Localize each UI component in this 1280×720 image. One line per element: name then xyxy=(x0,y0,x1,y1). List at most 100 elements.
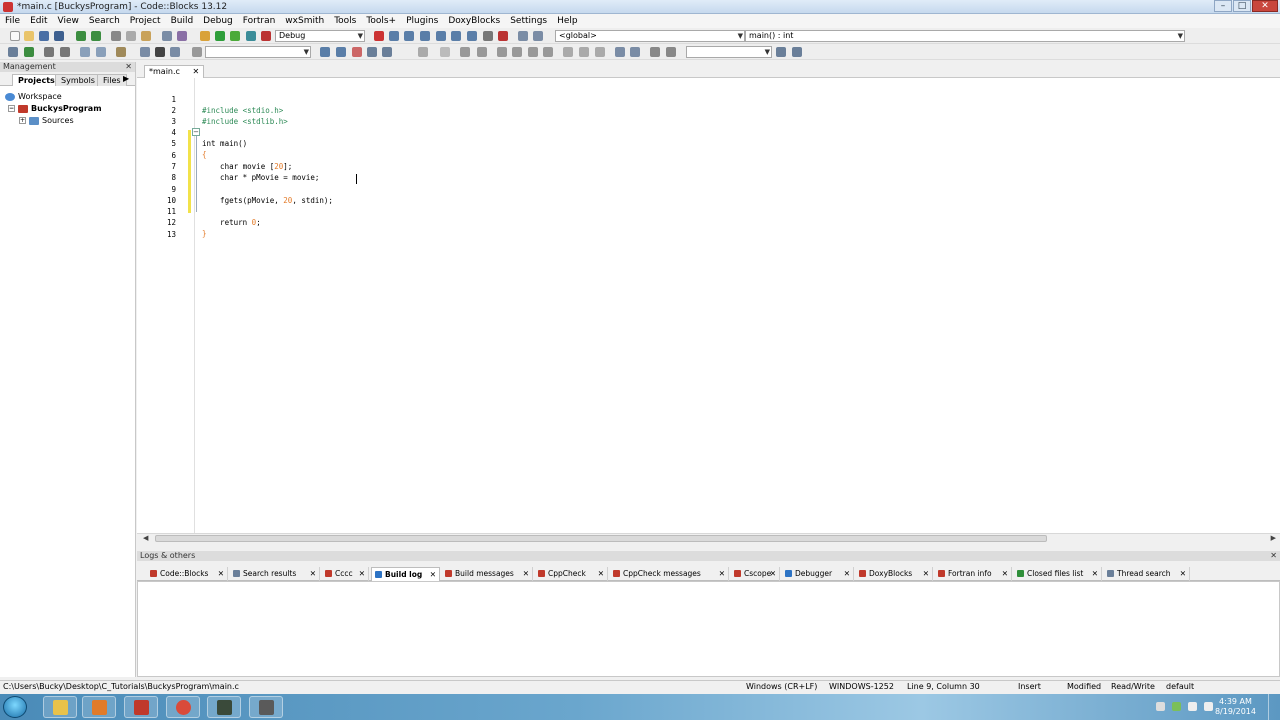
space-icon[interactable] xyxy=(563,47,573,57)
close-tab-icon[interactable]: ✕ xyxy=(598,567,604,580)
log-tab[interactable]: Search results ✕ xyxy=(230,567,320,581)
layout-icon[interactable] xyxy=(497,47,507,57)
button-widget-icon[interactable] xyxy=(460,47,470,57)
scope-select[interactable]: <global> ▼ xyxy=(555,30,745,42)
expand-icon[interactable] xyxy=(595,47,605,57)
menu-plugins[interactable]: Plugins xyxy=(401,16,443,26)
open-folder-icon[interactable] xyxy=(24,31,34,41)
next-line-icon[interactable] xyxy=(404,31,414,41)
menu-tools[interactable]: Tools xyxy=(329,16,361,26)
build-gear-icon[interactable] xyxy=(200,31,210,41)
save-all-icon[interactable] xyxy=(54,31,64,41)
log-tab[interactable]: Build messages ✕ xyxy=(442,567,533,581)
run-to-cursor-icon[interactable] xyxy=(389,31,399,41)
close-tab-icon[interactable]: ✕ xyxy=(310,567,316,580)
menu-doxyblocks[interactable]: DoxyBlocks xyxy=(443,16,505,26)
close-icon[interactable]: ✕ xyxy=(125,62,132,72)
close-tab-icon[interactable]: ✕ xyxy=(430,568,436,581)
scroll-left-icon[interactable]: ◀ xyxy=(143,534,148,542)
checkbox-widget-icon[interactable] xyxy=(477,47,487,57)
panel-icon[interactable] xyxy=(528,47,538,57)
undo-icon[interactable] xyxy=(76,31,86,41)
jump-back-icon[interactable] xyxy=(140,47,150,57)
log-tab[interactable]: Debugger ✕ xyxy=(782,567,854,581)
match-case-icon[interactable] xyxy=(367,47,377,57)
close-window-button[interactable]: ✕ xyxy=(1252,0,1278,12)
save-icon[interactable] xyxy=(39,31,49,41)
redo-icon[interactable] xyxy=(91,31,101,41)
tab-main-c[interactable]: *main.c ✕ xyxy=(144,65,205,78)
log-tab[interactable]: Cccc ✕ xyxy=(322,567,369,581)
volume-icon[interactable] xyxy=(1188,702,1197,711)
next-bookmark-icon[interactable] xyxy=(336,47,346,57)
show-hidden-icon[interactable] xyxy=(1156,702,1165,711)
menu-view[interactable]: View xyxy=(53,16,84,26)
bookmark-icon[interactable] xyxy=(155,47,165,57)
search-icon[interactable] xyxy=(776,47,786,57)
build-run-icon[interactable] xyxy=(230,31,240,41)
paste-icon[interactable] xyxy=(141,31,151,41)
incremental-search-combo[interactable]: ▼ xyxy=(686,46,772,58)
start-button[interactable] xyxy=(3,696,27,718)
cut-icon[interactable] xyxy=(111,31,121,41)
jump-forward-icon[interactable] xyxy=(170,47,180,57)
debug-start-icon[interactable] xyxy=(374,31,384,41)
chevron-right-icon[interactable]: ▶ xyxy=(123,74,129,83)
search-combo[interactable]: ▼ xyxy=(205,46,311,58)
log-tab[interactable]: CppCheck ✕ xyxy=(535,567,608,581)
menu-settings[interactable]: Settings xyxy=(505,16,552,26)
zoom-in-icon[interactable] xyxy=(615,47,625,57)
tree-item-workspace[interactable]: Workspace xyxy=(5,92,62,101)
close-tab-icon[interactable]: ✕ xyxy=(359,567,365,580)
close-tab-icon[interactable]: ✕ xyxy=(192,67,199,76)
grid-icon[interactable] xyxy=(543,47,553,57)
new-file-icon[interactable] xyxy=(10,31,20,41)
regex-icon[interactable] xyxy=(382,47,392,57)
highlight-icon[interactable] xyxy=(352,47,362,57)
close-tab-icon[interactable]: ✕ xyxy=(719,567,725,580)
editor-horizontal-scrollbar[interactable]: ◀ ▶ xyxy=(137,533,1280,543)
log-tab[interactable]: Closed files list ✕ xyxy=(1014,567,1102,581)
replace-icon[interactable] xyxy=(177,31,187,41)
sizer-icon[interactable] xyxy=(512,47,522,57)
menu-edit[interactable]: Edit xyxy=(25,16,52,26)
menu-tools-plus[interactable]: Tools+ xyxy=(361,16,401,26)
step-into-icon[interactable] xyxy=(420,31,430,41)
collapse-icon[interactable]: − xyxy=(8,105,15,112)
settings-icon[interactable] xyxy=(650,47,660,57)
taskbar-app-2[interactable] xyxy=(249,696,283,718)
log-output[interactable] xyxy=(137,581,1280,677)
wizard-icon[interactable] xyxy=(116,47,126,57)
menu-build[interactable]: Build xyxy=(166,16,199,26)
log-tab[interactable]: DoxyBlocks ✕ xyxy=(856,567,933,581)
next-instruction-icon[interactable] xyxy=(451,31,461,41)
show-desktop-button[interactable] xyxy=(1268,694,1280,720)
toggle-icon[interactable] xyxy=(8,47,18,57)
debug-windows-icon[interactable] xyxy=(518,31,528,41)
comment-line-icon[interactable] xyxy=(60,47,70,57)
log-tab[interactable]: Thread search ✕ xyxy=(1104,567,1190,581)
menu-wxsmith[interactable]: wxSmith xyxy=(280,16,329,26)
log-tab[interactable]: Build log ✕ xyxy=(371,567,440,581)
static-text-icon[interactable] xyxy=(440,47,450,57)
prev-bookmark-icon[interactable] xyxy=(320,47,330,57)
refresh-icon[interactable] xyxy=(666,47,676,57)
close-tab-icon[interactable]: ✕ xyxy=(770,567,776,580)
find-icon[interactable] xyxy=(162,31,172,41)
maximize-button[interactable]: □ xyxy=(1233,0,1251,12)
pause-icon[interactable] xyxy=(483,31,493,41)
close-tab-icon[interactable]: ✕ xyxy=(1002,567,1008,580)
action-center-icon[interactable] xyxy=(1204,702,1213,711)
close-tab-icon[interactable]: ✕ xyxy=(923,567,929,580)
tab-projects[interactable]: Projects xyxy=(12,74,61,86)
step-out-icon[interactable] xyxy=(436,31,446,41)
zoom-out-icon[interactable] xyxy=(630,47,640,57)
close-tab-icon[interactable]: ✕ xyxy=(1180,567,1186,580)
code-completion-icon[interactable] xyxy=(192,47,202,57)
log-tab[interactable]: Cscope ✕ xyxy=(731,567,780,581)
select-icon[interactable] xyxy=(418,47,428,57)
debug-info-icon[interactable] xyxy=(533,31,543,41)
tree-item-project[interactable]: − BuckysProgram xyxy=(8,104,102,113)
network-icon[interactable] xyxy=(1172,702,1181,711)
menu-fortran[interactable]: Fortran xyxy=(238,16,281,26)
